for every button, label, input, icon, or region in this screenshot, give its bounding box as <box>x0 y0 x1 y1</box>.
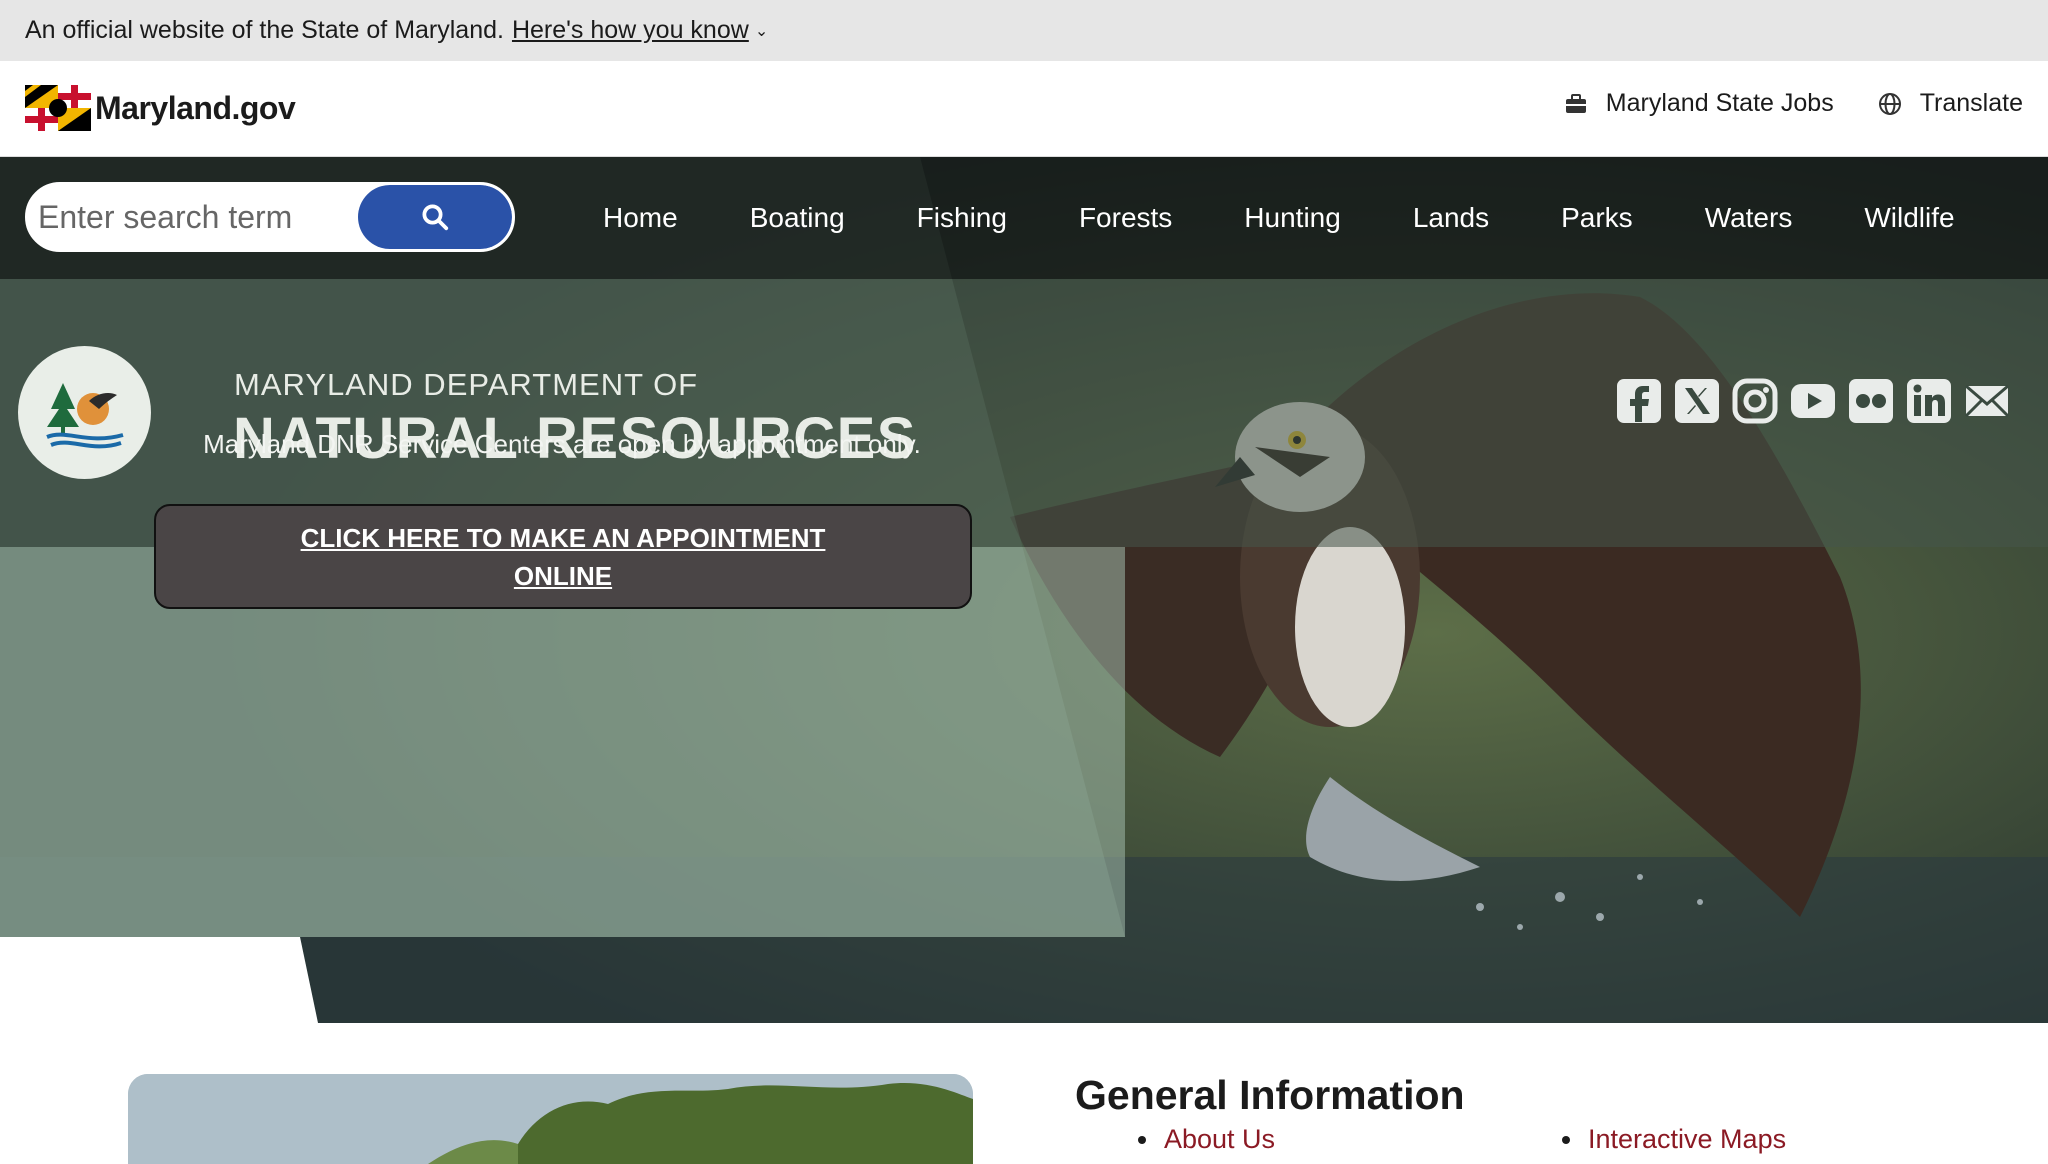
nav-item-hunting[interactable]: Hunting <box>1208 202 1377 234</box>
email-icon[interactable] <box>1964 378 2010 424</box>
nav-item-forests[interactable]: Forests <box>1043 202 1208 234</box>
service-center-notice: Maryland DNR Service Centers are open by… <box>203 429 921 459</box>
nav-item-boating[interactable]: Boating <box>714 202 881 234</box>
flickr-icon[interactable] <box>1848 378 1894 424</box>
maryland-flag-icon <box>25 85 91 131</box>
social-links <box>1616 378 2010 424</box>
facebook-icon[interactable] <box>1616 378 1662 424</box>
general-info-list-col1: About Us <box>1138 1124 1275 1155</box>
search-button[interactable] <box>358 185 512 249</box>
nav-item-lands[interactable]: Lands <box>1377 202 1525 234</box>
nav-item-waters[interactable]: Waters <box>1669 202 1829 234</box>
youtube-icon[interactable] <box>1790 378 1836 424</box>
search-icon <box>422 204 449 231</box>
hero-bottom-cutout <box>0 937 318 1023</box>
linkedin-icon[interactable] <box>1906 378 1952 424</box>
make-appointment-label: CLICK HERE TO MAKE AN APPOINTMENT ONLINE <box>300 522 826 591</box>
feature-image[interactable] <box>128 1074 973 1164</box>
chevron-down-icon[interactable]: ⌄ <box>755 21 768 41</box>
maryland-gov-logo[interactable]: Maryland.gov <box>25 85 296 131</box>
department-subtitle: MARYLAND DEPARTMENT OF <box>234 367 699 402</box>
logo-text: Maryland.gov <box>95 89 296 126</box>
dnr-tree-heron-icon <box>45 382 124 448</box>
general-information-heading: General Information <box>1075 1072 1465 1118</box>
nav-menu: Home Boating Fishing Forests Hunting Lan… <box>567 157 1991 279</box>
about-us-link[interactable]: About Us <box>1138 1124 1275 1155</box>
x-icon[interactable] <box>1674 378 1720 424</box>
interactive-maps-link[interactable]: Interactive Maps <box>1562 1124 1786 1155</box>
briefcase-icon <box>1565 93 1586 113</box>
instagram-icon[interactable] <box>1732 378 1778 424</box>
heres-how-you-know-link[interactable]: Here's how you know <box>512 16 749 45</box>
search-input[interactable] <box>28 185 358 249</box>
general-info-list-col2: Interactive Maps <box>1562 1124 1786 1155</box>
translate-link[interactable]: Translate <box>1878 89 2023 118</box>
nav-item-fishing[interactable]: Fishing <box>881 202 1043 234</box>
site-header: Maryland.gov Maryland State Jobs Transla… <box>0 61 2048 157</box>
main-navbar: Home Boating Fishing Forests Hunting Lan… <box>0 157 2048 279</box>
utility-links: Maryland State Jobs Translate <box>1564 89 2023 118</box>
maryland-state-jobs-link[interactable]: Maryland State Jobs <box>1564 89 1834 118</box>
official-banner: An official website of the State of Mary… <box>0 0 2048 61</box>
jobs-link-label: Maryland State Jobs <box>1605 89 1834 117</box>
official-banner-text: An official website of the State of Mary… <box>25 16 504 44</box>
nav-item-wildlife[interactable]: Wildlife <box>1828 202 1990 234</box>
nav-item-home[interactable]: Home <box>567 202 714 234</box>
nav-item-parks[interactable]: Parks <box>1525 202 1669 234</box>
make-appointment-button[interactable]: CLICK HERE TO MAKE AN APPOINTMENT ONLINE <box>154 504 972 609</box>
globe-icon <box>1878 92 1901 115</box>
translate-link-label: Translate <box>1919 89 2023 117</box>
hero-section: Home Boating Fishing Forests Hunting Lan… <box>0 157 2048 1023</box>
shoreline-trees-image <box>128 1074 973 1164</box>
dnr-seal-logo[interactable] <box>18 346 151 479</box>
search-box <box>25 182 515 252</box>
